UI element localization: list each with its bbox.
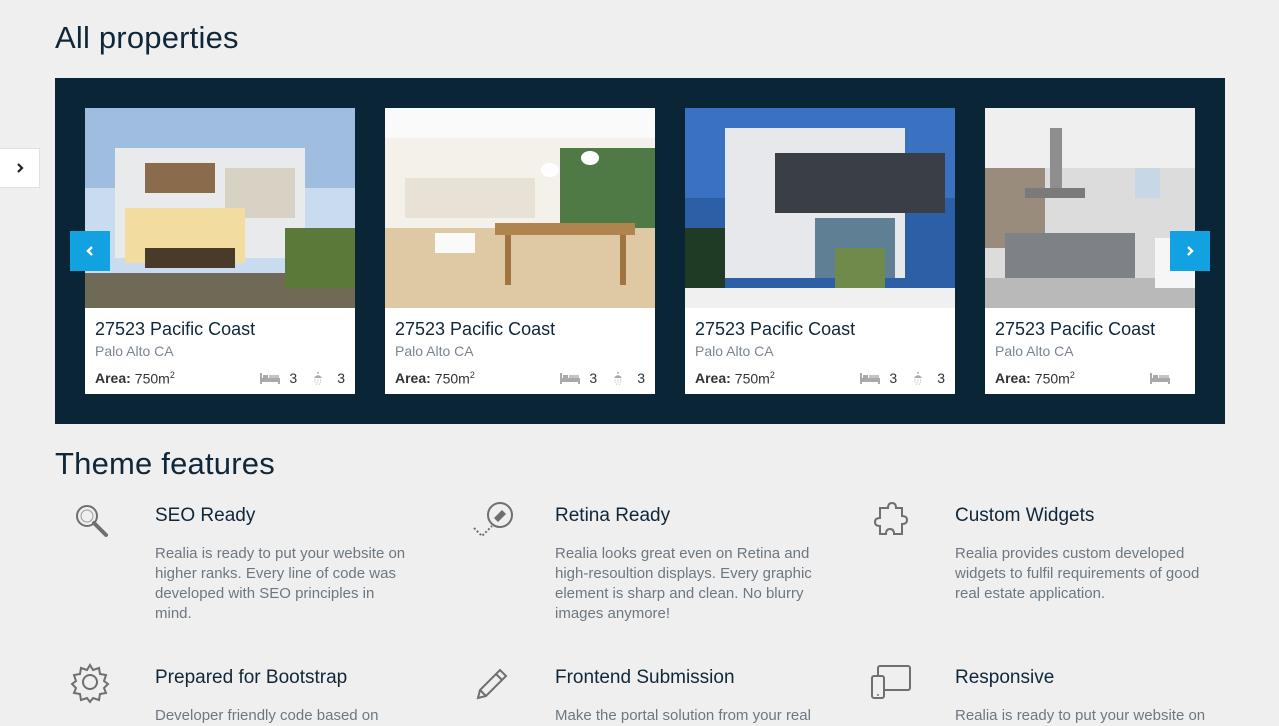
devices-icon: [871, 665, 911, 699]
property-meta: Area: 750m2 3 3: [695, 368, 945, 388]
carousel-next-button[interactable]: [1170, 231, 1210, 271]
feature-title: Custom Widgets: [955, 505, 1095, 526]
page-title: All properties: [55, 20, 239, 55]
area-label: Area:: [395, 370, 431, 386]
property-card[interactable]: 27523 Pacific Coast Palo Alto CA Area: 7…: [85, 108, 355, 394]
property-carousel: 27523 Pacific Coast Palo Alto CA Area: 7…: [55, 78, 1225, 424]
area-value: 750m2: [734, 369, 775, 387]
property-photo[interactable]: [685, 108, 955, 308]
bed-icon: [1149, 371, 1171, 385]
area-value: 750m2: [1034, 369, 1075, 387]
feature-title: Responsive: [955, 667, 1055, 688]
bed-count: 3: [289, 370, 298, 386]
feature-responsive: Responsive Realia is ready to put your w…: [871, 665, 1279, 726]
carousel-prev-button[interactable]: [70, 231, 110, 271]
bed-count: 3: [589, 370, 598, 386]
property-city: Palo Alto CA: [395, 343, 474, 359]
property-card[interactable]: 27523 Pacific Coast Palo Alto CA Area: 7…: [385, 108, 655, 394]
shower-icon: [307, 371, 329, 385]
bed-icon: [859, 371, 881, 385]
property-card[interactable]: 27523 Pacific Coast Palo Alto CA Area: 7…: [685, 108, 955, 394]
feature-bootstrap: Prepared for Bootstrap Developer friendl…: [70, 663, 495, 726]
feature-frontend: Frontend Submission Make the portal solu…: [476, 666, 895, 726]
feature-description: Realia provides custom developed widgets…: [955, 545, 1200, 602]
area-value: 750m2: [434, 369, 475, 387]
property-meta: Area: 750m2 3 3: [395, 368, 645, 388]
feature-description: Make the portal solution from your real: [555, 707, 811, 724]
area-label: Area:: [695, 370, 731, 386]
bath-count: 3: [937, 370, 945, 386]
property-meta: Area: 750m2 3 3: [95, 368, 345, 388]
magnifier-icon: [76, 505, 108, 537]
property-photo[interactable]: [385, 108, 655, 308]
property-meta: Area: 750m2: [995, 368, 1195, 388]
area-value: 750m2: [134, 369, 175, 387]
pencil-icon: [476, 668, 508, 700]
property-city: Palo Alto CA: [995, 343, 1074, 359]
feature-retina: Retina Ready Realia looks great even on …: [473, 502, 895, 624]
property-name[interactable]: 27523 Pacific Coast: [995, 318, 1195, 340]
property-photo[interactable]: [85, 108, 355, 308]
feature-title: SEO Ready: [155, 505, 256, 526]
chevron-left-icon: [86, 246, 93, 256]
property-name[interactable]: 27523 Pacific Coast: [95, 318, 345, 340]
puzzle-piece-icon: [873, 501, 909, 535]
gear-icon: [70, 663, 110, 704]
property-name[interactable]: 27523 Pacific Coast: [395, 318, 645, 340]
bath-count: 3: [337, 370, 345, 386]
feature-seo: SEO Ready Realia is ready to put your we…: [76, 504, 495, 624]
feature-description: Realia is ready to put your website on: [955, 707, 1206, 724]
bath-count: 3: [637, 370, 645, 386]
feature-description: Realia looks great even on Retina and hi…: [555, 545, 812, 622]
property-card[interactable]: 27523 Pacific Coast Palo Alto CA Area: 7…: [985, 108, 1195, 394]
bed-icon: [259, 371, 281, 385]
feature-title: Prepared for Bootstrap: [155, 667, 348, 688]
chevron-right-icon: [16, 163, 24, 173]
property-city: Palo Alto CA: [695, 343, 774, 359]
feature-description: Realia is ready to put your website on h…: [155, 545, 406, 622]
shower-icon: [607, 371, 629, 385]
area-label: Area:: [995, 370, 1031, 386]
chevron-right-icon: [1187, 246, 1194, 256]
features-title: Theme features: [55, 446, 275, 481]
property-photo[interactable]: [985, 108, 1195, 308]
shower-icon: [907, 371, 929, 385]
area-label: Area:: [95, 370, 131, 386]
property-name[interactable]: 27523 Pacific Coast: [695, 318, 945, 340]
feature-description: Developer friendly code based on: [155, 707, 379, 724]
carousel-viewport: 27523 Pacific Coast Palo Alto CA Area: 7…: [85, 108, 1195, 394]
feature-title: Retina Ready: [555, 505, 671, 526]
sidebar-toggle-button[interactable]: [0, 148, 40, 188]
feature-widgets: Custom Widgets Realia provides custom de…: [873, 501, 1279, 604]
property-city: Palo Alto CA: [95, 343, 174, 359]
retina-eye-icon: [473, 502, 513, 538]
bed-count: 3: [889, 370, 898, 386]
bed-icon: [559, 371, 581, 385]
feature-title: Frontend Submission: [555, 667, 735, 688]
